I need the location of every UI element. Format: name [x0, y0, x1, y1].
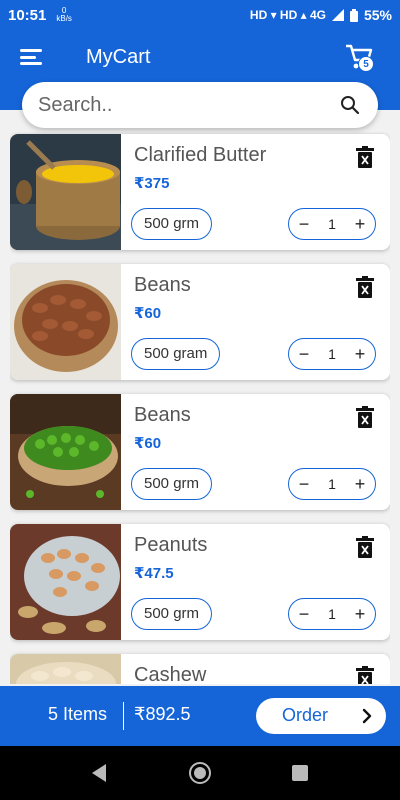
decrement-button[interactable]: −: [297, 475, 311, 493]
cart-summary-bar: 5 Items ₹892.5 Order: [0, 686, 400, 746]
cart-list[interactable]: Clarified Butter ₹375 500 grm − 1 + Bean…: [10, 132, 390, 684]
network-speed: 0 kB/s: [56, 7, 72, 23]
cart-total: ₹892.5: [134, 704, 191, 724]
chevron-right-icon: [362, 708, 372, 724]
product-image: [10, 654, 121, 684]
product-price: ₹60: [134, 305, 162, 322]
delete-icon[interactable]: [356, 276, 374, 298]
weight-selector[interactable]: 500 grm: [131, 468, 213, 500]
battery-icon: [349, 8, 358, 22]
cart-item-beans[interactable]: Beans ₹60 500 gram − 1 +: [10, 264, 390, 380]
quantity-stepper[interactable]: − 1 +: [288, 208, 376, 240]
search-bar[interactable]: Search..: [22, 82, 378, 128]
weight-selector[interactable]: 500 gram: [131, 338, 221, 370]
delete-icon[interactable]: [356, 536, 374, 558]
order-button[interactable]: Order: [256, 698, 386, 734]
status-time: 10:51: [8, 6, 47, 24]
cart-item-cashew[interactable]: Cashew: [10, 654, 390, 684]
delete-icon[interactable]: [356, 146, 374, 168]
increment-button[interactable]: +: [353, 605, 367, 623]
status-right: HD ▾ HD ▴ 4G 55%: [250, 7, 392, 23]
quantity-value: 1: [328, 606, 336, 622]
delete-icon[interactable]: [356, 406, 374, 428]
network-indicator: HD ▾ HD ▴ 4G: [249, 8, 326, 22]
product-image: [10, 264, 121, 380]
signal-icon: [331, 9, 344, 21]
increment-button[interactable]: +: [353, 475, 367, 493]
increment-button[interactable]: +: [353, 345, 367, 363]
quantity-value: 1: [328, 346, 336, 362]
weight-selector[interactable]: 500 grm: [131, 208, 213, 240]
menu-icon[interactable]: [20, 49, 42, 65]
cart-count-badge: 5: [358, 56, 374, 72]
search-icon[interactable]: [340, 95, 360, 115]
quantity-value: 1: [328, 476, 336, 492]
items-count: 5 Items: [48, 704, 108, 724]
increment-button[interactable]: +: [353, 215, 367, 233]
product-name: Beans: [134, 404, 191, 426]
network-speed-unit: kB/s: [56, 14, 72, 23]
summary-divider: [123, 702, 124, 730]
system-nav-bar: [0, 746, 400, 800]
quantity-stepper[interactable]: − 1 +: [288, 468, 376, 500]
cart-item-peanuts[interactable]: Peanuts ₹47.5 500 grm − 1 +: [10, 524, 390, 640]
home-icon[interactable]: [189, 762, 211, 784]
product-image: [10, 394, 121, 510]
quantity-stepper[interactable]: − 1 +: [288, 338, 376, 370]
product-name: Peanuts: [134, 534, 208, 556]
product-image: [10, 524, 121, 640]
product-name: Beans: [134, 274, 191, 296]
product-name: Clarified Butter: [134, 144, 267, 166]
product-price: ₹375: [134, 175, 170, 192]
product-price: ₹60: [134, 435, 162, 452]
battery-level: 55%: [363, 7, 392, 23]
page-title: MyCart: [86, 46, 151, 68]
back-icon[interactable]: [90, 763, 108, 783]
status-bar: 10:51 0 kB/s HD ▾ HD ▴ 4G 55%: [0, 0, 400, 30]
search-input[interactable]: Search..: [38, 94, 340, 117]
decrement-button[interactable]: −: [297, 605, 311, 623]
order-button-label: Order: [282, 705, 329, 725]
product-name: Cashew: [134, 664, 207, 684]
decrement-button[interactable]: −: [297, 215, 311, 233]
delete-icon[interactable]: [356, 666, 374, 684]
cart-item-clarified-butter[interactable]: Clarified Butter ₹375 500 grm − 1 +: [10, 134, 390, 250]
quantity-stepper[interactable]: − 1 +: [288, 598, 376, 630]
cart-item-beans-2[interactable]: Beans ₹60 500 grm − 1 +: [10, 394, 390, 510]
quantity-value: 1: [328, 216, 336, 232]
product-price: ₹47.5: [134, 565, 174, 582]
product-image: [10, 134, 121, 250]
recents-icon[interactable]: [292, 765, 308, 781]
decrement-button[interactable]: −: [297, 345, 311, 363]
weight-selector[interactable]: 500 grm: [131, 598, 213, 630]
